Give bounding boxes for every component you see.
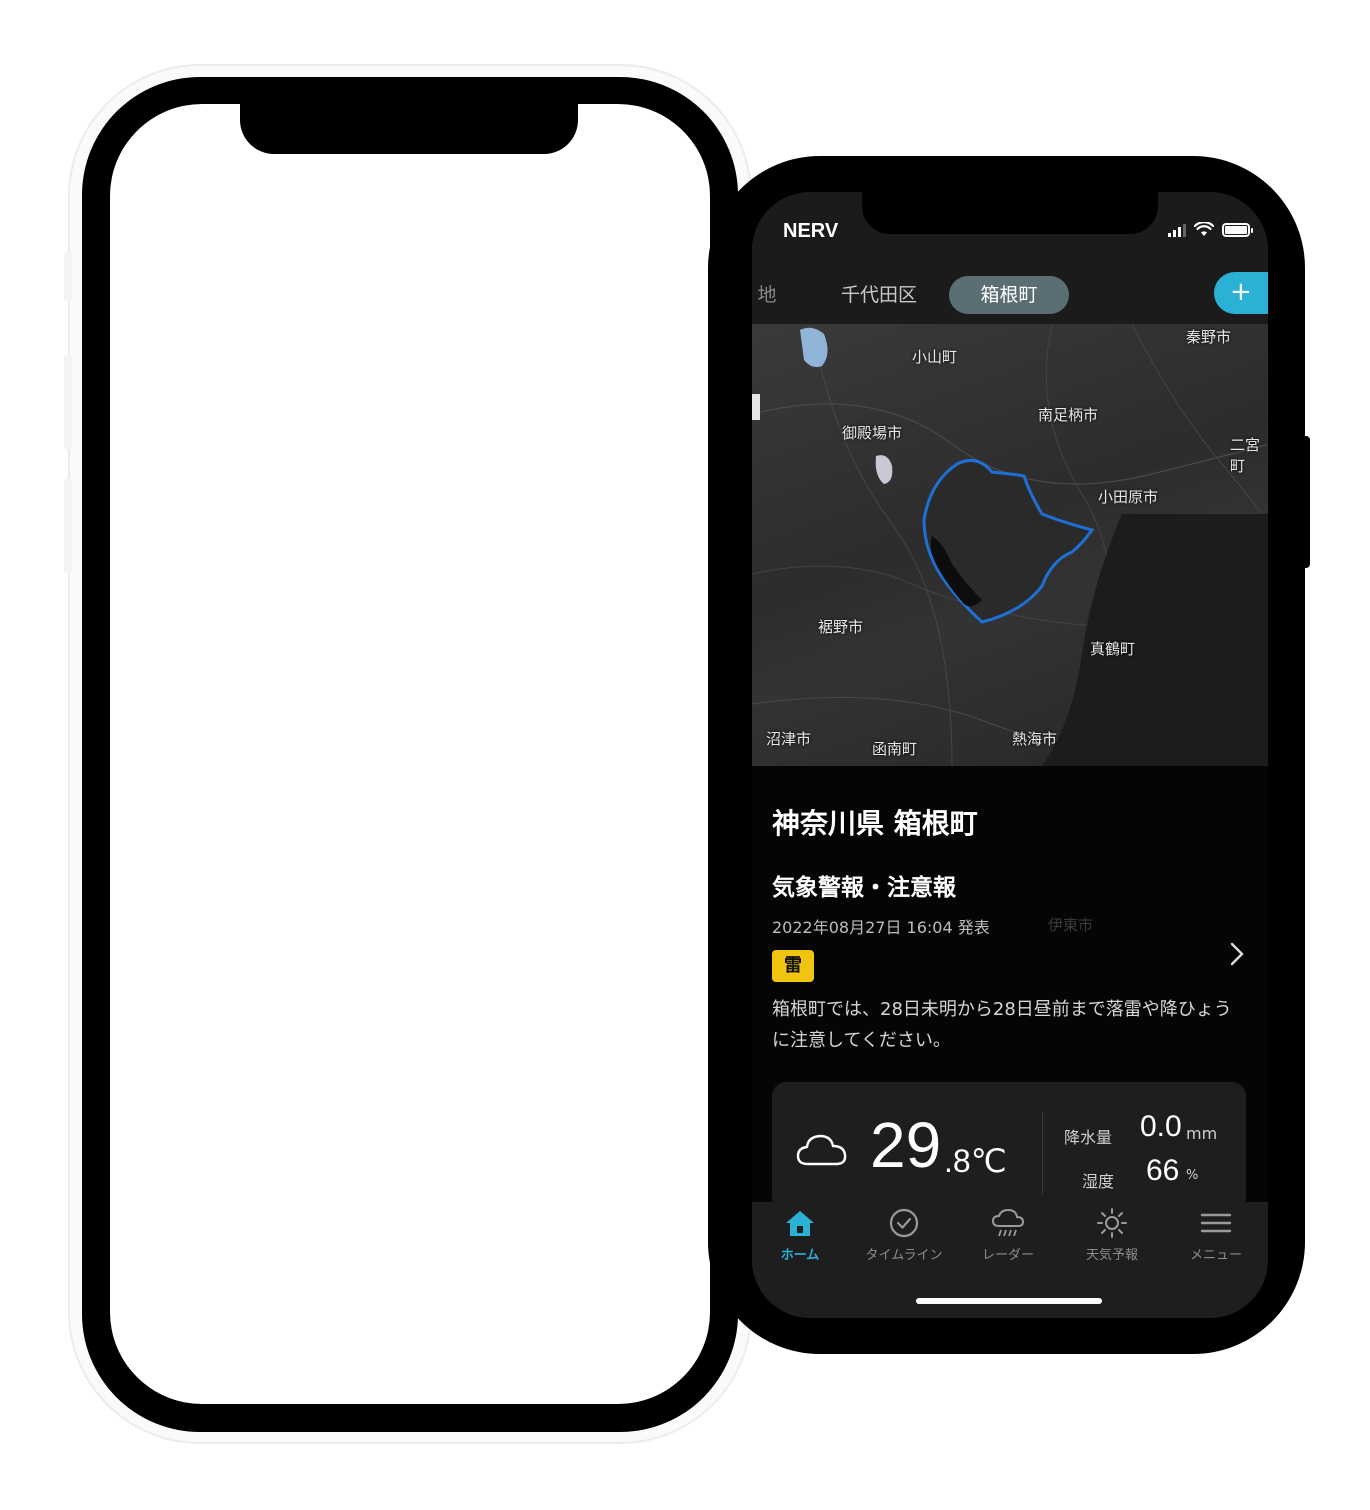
app-screen: NERV 地 千代田区 箱根町 + 小山町 秦野市 南足柄市 御殿場市 二宮町 …: [752, 192, 1268, 1318]
precip-value: 0.0: [1140, 1110, 1182, 1143]
tab-chiyoda[interactable]: 千代田区: [824, 276, 934, 314]
issued-time: 2022年08月27日 16:04 発表: [772, 918, 990, 937]
humidity-unit: %: [1186, 1168, 1199, 1183]
nav-menu-label: メニュー: [1189, 1248, 1242, 1263]
humidity-value: 66: [1146, 1154, 1180, 1187]
battery-icon: [1222, 223, 1253, 237]
chevron-right-icon[interactable]: [1230, 942, 1244, 973]
nav-forecast[interactable]: 天気予報: [1062, 1208, 1162, 1263]
tab-hakone[interactable]: 箱根町: [949, 276, 1069, 314]
rain-cloud-icon: [991, 1208, 1025, 1237]
menu-icon: [1200, 1213, 1232, 1233]
map-view[interactable]: 小山町 秦野市 南足柄市 御殿場市 二宮町 小田原市 裾野市 真鶴町 沼津市 函…: [752, 324, 1268, 766]
humidity-label: 湿度: [1082, 1172, 1115, 1191]
ghost-map-label: 伊東市: [1048, 916, 1094, 934]
map-label-ninomiya: 二宮町: [1230, 436, 1261, 475]
nav-home[interactable]: ホーム: [752, 1208, 850, 1263]
add-location-button[interactable]: +: [1214, 272, 1268, 314]
app-name: NERV: [783, 220, 839, 242]
temperature-decimal: .8℃: [944, 1143, 1007, 1179]
signal-icon: [1168, 223, 1186, 237]
precip-label: 降水量: [1064, 1128, 1113, 1147]
status-icons: [1168, 222, 1253, 237]
area-title: 神奈川県 箱根町: [772, 807, 978, 840]
map-label-minamiashigara: 南足柄市: [1038, 406, 1099, 424]
wifi-icon: [1194, 222, 1214, 236]
nav-radar-label: レーダー: [981, 1248, 1034, 1263]
map-label-odawara: 小田原市: [1098, 488, 1159, 506]
weather-card[interactable]: 29 .8℃ 降水量 0.0 mm 湿度 66 %: [772, 1082, 1246, 1212]
nav-timeline[interactable]: タイムライン: [854, 1208, 954, 1263]
card-divider: [1042, 1112, 1043, 1194]
volume-up-button: [64, 354, 72, 450]
tab-partial[interactable]: 地: [752, 276, 782, 314]
nav-timeline-label: タイムライン: [865, 1248, 943, 1263]
warning-section-title: 気象警報・注意報: [772, 875, 956, 901]
home-icon: [786, 1211, 814, 1236]
volume-down-button: [64, 478, 72, 574]
map-label-susono: 裾野市: [818, 618, 864, 636]
map-label-gotemba: 御殿場市: [842, 424, 903, 442]
map-label-atami: 熱海市: [1012, 730, 1058, 748]
sun-icon: [1097, 1208, 1127, 1238]
nav-radar[interactable]: レーダー: [958, 1208, 1058, 1263]
map-label-hadano: 秦野市: [1186, 328, 1232, 346]
thunder-warning-badge: 雷: [772, 950, 814, 982]
warning-panel: 神奈川県 箱根町 気象警報・注意報 2022年08月27日 16:04 発表 伊…: [752, 766, 1268, 1212]
check-circle-icon: [889, 1208, 919, 1238]
power-button: [1300, 436, 1310, 568]
map-label-kannami: 函南町: [872, 740, 918, 758]
nav-menu[interactable]: メニュー: [1166, 1208, 1266, 1263]
cloud-icon: [796, 1134, 847, 1166]
precip-unit: mm: [1186, 1124, 1218, 1143]
warning-text: 箱根町では、28日未明から28日昼前まで落雷や降ひょうに注意してください。: [772, 999, 1232, 1051]
map-label-oyama: 小山町: [912, 348, 958, 366]
map-label-manazuru: 真鶴町: [1090, 640, 1136, 658]
map-terrain: [752, 324, 1268, 766]
status-bar: NERV: [752, 192, 1268, 268]
phone-notch-left: [240, 104, 578, 154]
temperature-integer: 29: [870, 1109, 942, 1181]
bottom-nav: ホーム タイムライン レーダー 天気予報 メニュー: [752, 1202, 1268, 1318]
mute-switch: [64, 252, 72, 302]
nav-home-label: ホーム: [780, 1248, 820, 1263]
location-tabs: 地 千代田区 箱根町 +: [752, 268, 1268, 324]
phone-screen-left: [110, 104, 710, 1404]
screen-notch: [862, 192, 1158, 234]
home-indicator[interactable]: [916, 1298, 1102, 1304]
map-label-numazu: 沼津市: [766, 730, 812, 748]
nav-forecast-label: 天気予報: [1085, 1248, 1138, 1263]
